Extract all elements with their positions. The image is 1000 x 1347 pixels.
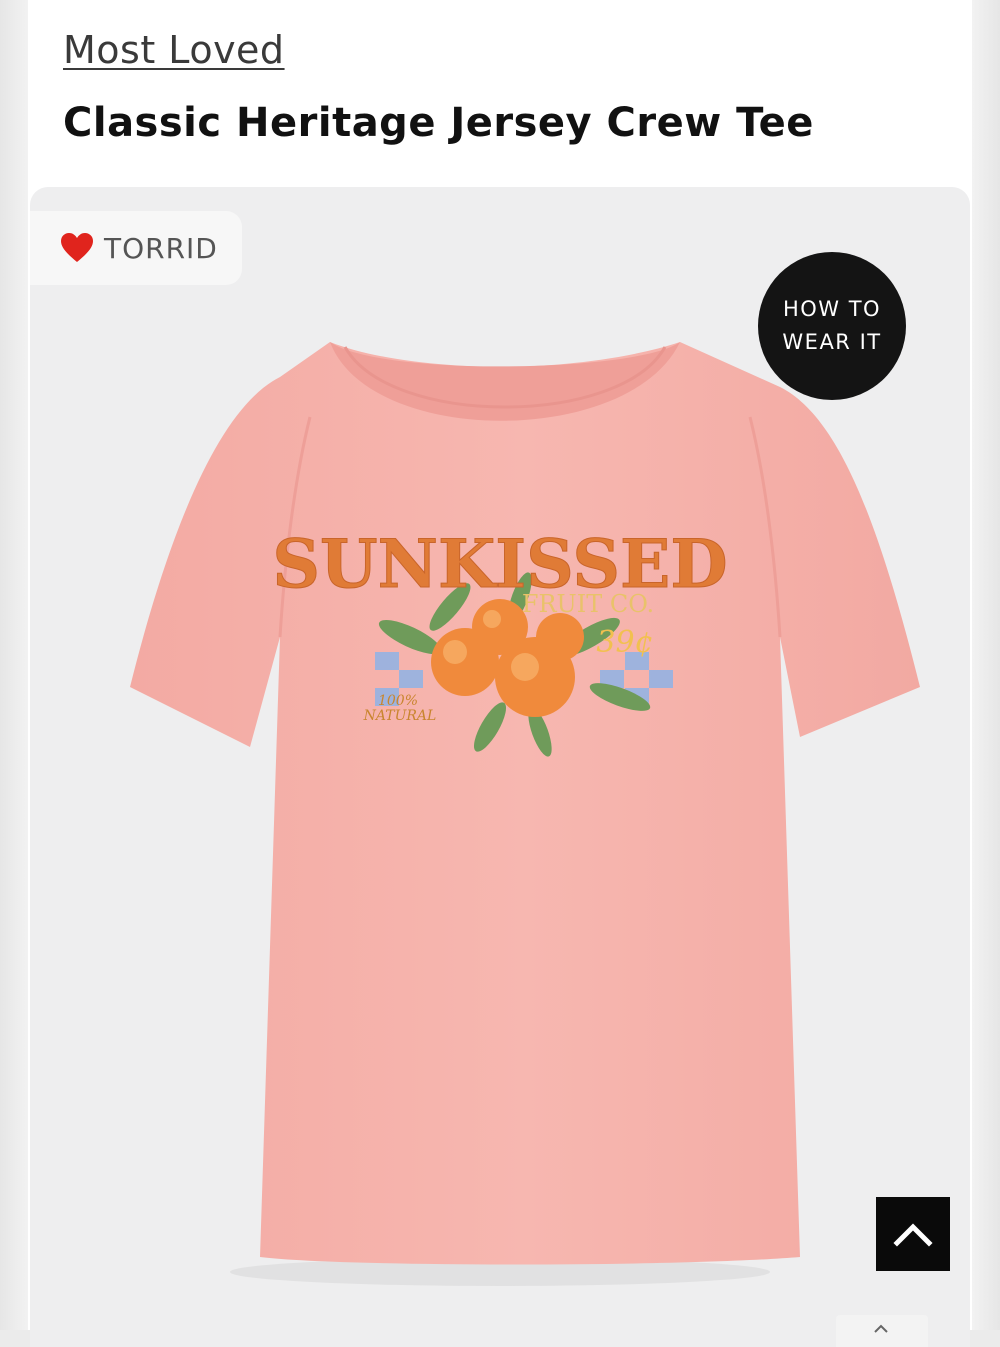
chevron-up-icon (893, 1223, 933, 1247)
right-edge (971, 0, 1000, 1330)
left-edge (0, 0, 28, 1330)
bottom-tab[interactable] (836, 1315, 928, 1347)
how-to-wear-button[interactable]: HOW TO WEAR IT (758, 252, 906, 400)
graphic-price: 39¢ (596, 625, 653, 660)
product-image-card[interactable]: SUNKISSED FRUIT CO. 39¢ 100% NATURAL TOR… (30, 187, 970, 1347)
how-to-wear-line2: WEAR IT (782, 330, 882, 354)
graphic-badge-line1: 100% (378, 693, 418, 709)
chevron-up-small-icon (874, 1324, 888, 1333)
heart-icon (61, 233, 93, 262)
product-image: SUNKISSED FRUIT CO. 39¢ 100% NATURAL (130, 342, 920, 1286)
graphic-badge-line2: NATURAL (363, 708, 437, 724)
graphic-headline: SUNKISSED (272, 525, 727, 603)
brand-chip[interactable]: TORRID (30, 211, 242, 285)
how-to-wear-line1: HOW TO (782, 297, 882, 321)
category-link[interactable]: Most Loved (63, 28, 285, 72)
brand-name: TORRID (104, 231, 218, 265)
product-panel: Most Loved Classic Heritage Jersey Crew … (28, 0, 972, 1347)
scroll-to-top-button[interactable] (876, 1197, 950, 1271)
graphic-subline: FRUIT CO. (522, 590, 654, 618)
product-title: Classic Heritage Jersey Crew Tee (63, 100, 814, 146)
